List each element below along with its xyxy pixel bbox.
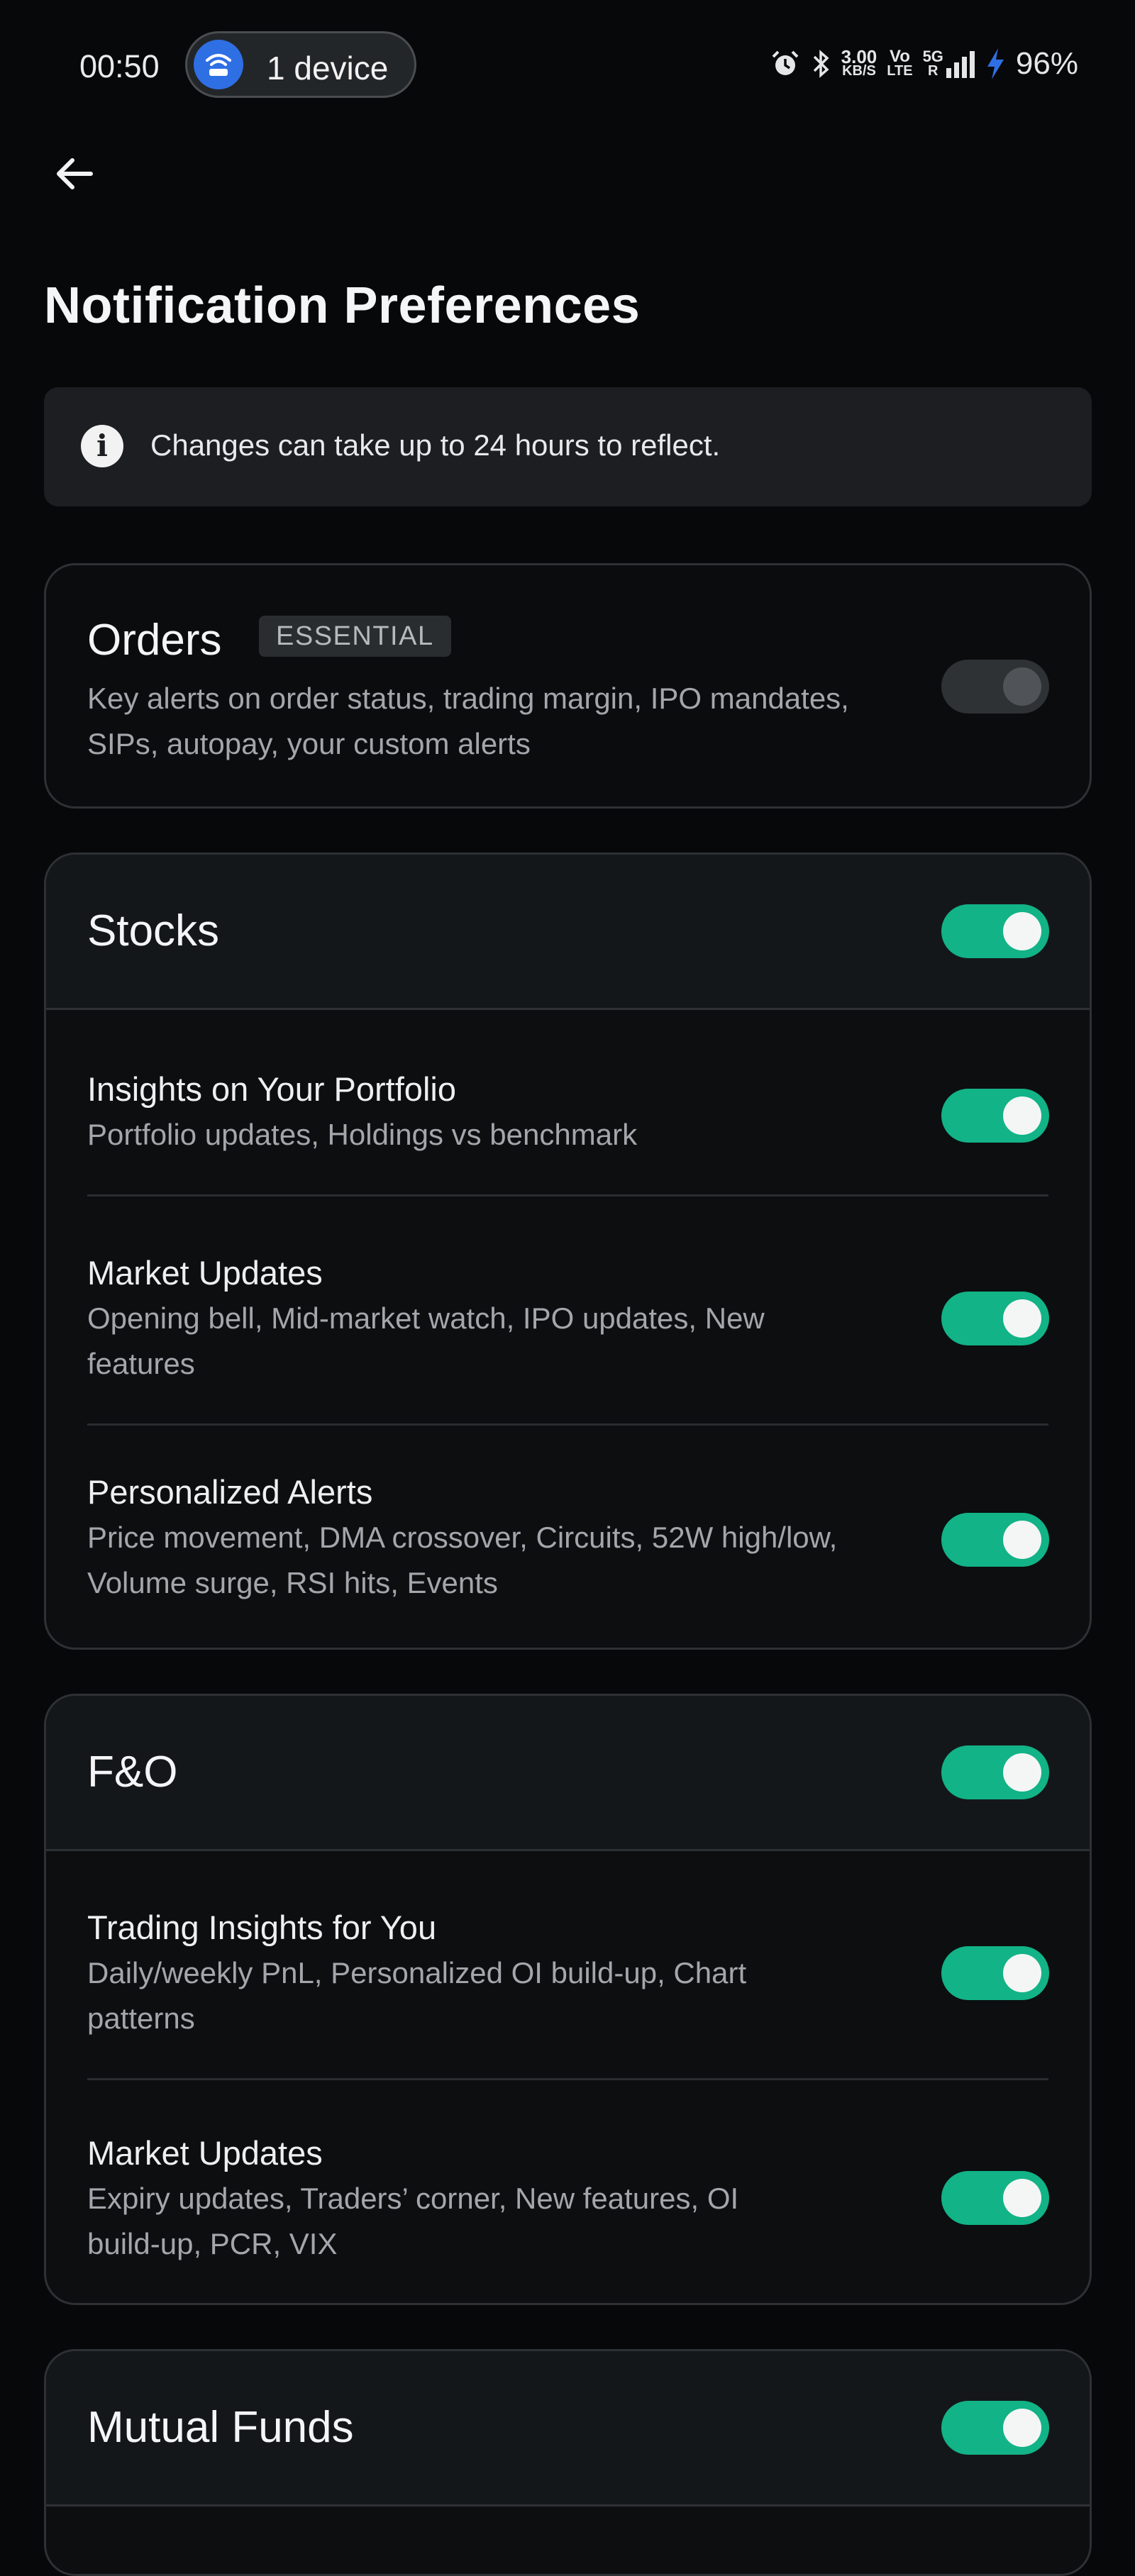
device-pill[interactable]: 1 device — [185, 31, 416, 98]
fno-toggle[interactable] — [941, 1745, 1049, 1799]
fno-market-updates-toggle[interactable] — [941, 2171, 1049, 2225]
fno-card: F&O Trading Insights for You Daily/weekl… — [44, 1694, 1092, 2305]
back-button[interactable] — [51, 150, 98, 197]
info-icon: i — [81, 425, 123, 467]
signal-icon: 5G R — [923, 49, 975, 78]
mutual-funds-toggle[interactable] — [941, 2401, 1049, 2455]
toggle-knob — [1003, 1954, 1041, 1992]
mutual-funds-card: Mutual Funds — [44, 2349, 1092, 2576]
row-title: Trading Insights for You — [87, 1909, 437, 1946]
toggle-knob — [1003, 1299, 1041, 1338]
battery-level: 96% — [1015, 46, 1078, 81]
row-description: Portfolio updates, Holdings vs benchmark — [87, 1118, 638, 1151]
stocks-header: Stocks — [46, 855, 1090, 1010]
row-title: Personalized Alerts — [87, 1473, 373, 1511]
orders-description: Key alerts on order status, trading marg… — [87, 682, 849, 760]
orders-toggle[interactable] — [941, 660, 1049, 714]
toggle-knob — [1003, 2179, 1041, 2217]
page-title: Notification Preferences — [44, 277, 641, 334]
hotspot-icon — [194, 40, 243, 89]
alarm-icon — [772, 50, 799, 75]
device-pill-label: 1 device — [267, 50, 389, 87]
toggle-knob — [1003, 1521, 1041, 1559]
trading-insights-toggle[interactable] — [941, 1946, 1049, 2000]
row-description: Daily/weekly PnL, Personalized OI build-… — [87, 1956, 747, 2035]
net-speed: 3.00 KB/S — [841, 46, 877, 79]
row-description: Price movement, DMA crossover, Circuits,… — [87, 1521, 838, 1599]
stocks-title: Stocks — [87, 906, 220, 955]
orders-title: Orders — [87, 616, 222, 665]
toggle-knob — [1003, 2409, 1041, 2447]
stocks-toggle[interactable] — [941, 904, 1049, 958]
row-title: Market Updates — [87, 1254, 323, 1292]
personalized-alerts-toggle[interactable] — [941, 1513, 1049, 1567]
orders-card: Orders ESSENTIAL Key alerts on order sta… — [44, 563, 1092, 809]
list-item[interactable]: Personalized Alerts Price movement, DMA … — [46, 1426, 1090, 1648]
row-title: Market Updates — [87, 2134, 323, 2172]
bluetooth-icon — [813, 50, 829, 78]
info-banner: i Changes can take up to 24 hours to ref… — [44, 387, 1092, 506]
list-item[interactable]: Market Updates Expiry updates, Traders’ … — [46, 2080, 1090, 2303]
fno-header: F&O — [46, 1696, 1090, 1851]
status-bar: 00:50 1 device 3.00 KB/S Vo LTE 5G R 96% — [0, 0, 1135, 135]
clock: 00:50 — [79, 48, 160, 84]
toggle-knob — [1003, 912, 1041, 950]
info-banner-text: Changes can take up to 24 hours to refle… — [150, 428, 721, 462]
portfolio-insights-toggle[interactable] — [941, 1089, 1049, 1143]
fno-title: F&O — [87, 1748, 178, 1797]
list-item[interactable]: Insights on Your Portfolio Portfolio upd… — [46, 1010, 1090, 1197]
toggle-knob — [1003, 1097, 1041, 1135]
row-description: Opening bell, Mid-market watch, IPO upda… — [87, 1301, 765, 1380]
charging-icon — [987, 48, 1004, 79]
volte-indicator: Vo LTE — [887, 47, 913, 79]
row-description: Expiry updates, Traders’ corner, New fea… — [87, 2182, 739, 2260]
toggle-knob — [1003, 1753, 1041, 1792]
row-title: Insights on Your Portfolio — [87, 1070, 456, 1108]
essential-badge: ESSENTIAL — [259, 616, 451, 657]
list-item[interactable]: Trading Insights for You Daily/weekly Pn… — [46, 1851, 1090, 2080]
toggle-knob — [1003, 667, 1041, 706]
stocks-card: Stocks Insights on Your Portfolio Portfo… — [44, 853, 1092, 1650]
mutual-funds-title: Mutual Funds — [87, 2403, 354, 2452]
back-arrow-icon — [57, 158, 93, 189]
system-icons: 3.00 KB/S Vo LTE 5G R 96% — [770, 43, 1078, 85]
stocks-market-updates-toggle[interactable] — [941, 1292, 1049, 1345]
mutual-funds-header: Mutual Funds — [46, 2351, 1090, 2506]
list-item[interactable]: Market Updates Opening bell, Mid-market … — [46, 1197, 1090, 1426]
